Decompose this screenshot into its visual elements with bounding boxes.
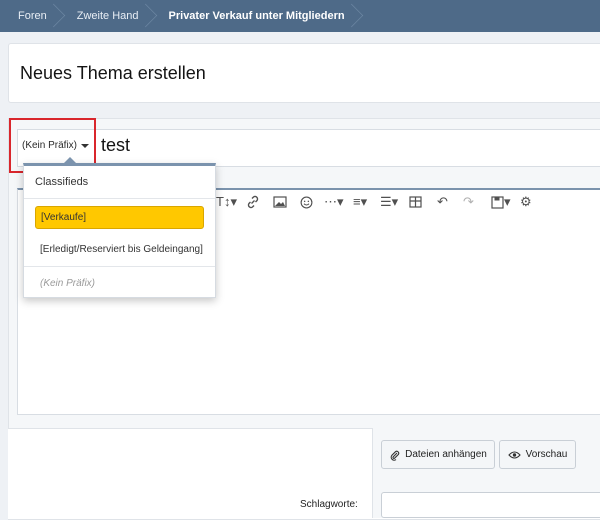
thread-title-input[interactable] (101, 135, 581, 156)
undo-icon[interactable]: ↶ (437, 194, 448, 210)
paperclip-icon (390, 450, 400, 461)
page-header: Neues Thema erstellen (8, 43, 600, 103)
table-icon[interactable] (409, 194, 422, 210)
attach-files-button[interactable]: Dateien anhängen (381, 440, 495, 469)
prefix-dropdown: Classifieds [Verkaufe] [Erledigt/Reservi… (23, 157, 216, 298)
save-draft-icon[interactable]: ▾ (491, 194, 511, 210)
prefix-option-erledigt[interactable]: [Erledigt/Reserviert bis Geldeingang] (40, 244, 203, 255)
breadcrumb: Foren Zweite Hand Privater Verkauf unter… (0, 0, 600, 32)
more-options-icon[interactable]: ⋯▾ (324, 194, 344, 210)
list-icon[interactable]: ☰▾ (380, 194, 398, 210)
text-size-icon[interactable]: T↕▾ (216, 194, 237, 210)
settings-icon[interactable]: ⚙ (520, 194, 532, 210)
divider (24, 198, 215, 199)
align-icon[interactable]: ≡▾ (353, 194, 367, 210)
attach-files-label: Dateien anhängen (405, 449, 487, 460)
preview-button[interactable]: Vorschau (499, 440, 576, 469)
page-title: Neues Thema erstellen (20, 63, 206, 83)
image-icon[interactable] (273, 194, 287, 210)
redo-icon: ↷ (463, 194, 474, 209)
breadcrumb-item-private-sale[interactable]: Privater Verkauf unter Mitgliedern (151, 0, 357, 32)
tags-label: Schlagworte: (300, 499, 358, 510)
breadcrumb-item-forums[interactable]: Foren (0, 0, 59, 32)
prefix-group-header: Classifieds (35, 176, 89, 188)
prefix-option-none[interactable]: (Kein Präfix) (40, 278, 95, 289)
breadcrumb-item-second-hand[interactable]: Zweite Hand (59, 0, 151, 32)
preview-label: Vorschau (525, 449, 568, 460)
tags-input[interactable] (381, 492, 600, 518)
divider (24, 266, 215, 267)
link-icon[interactable] (246, 194, 260, 210)
eye-icon (507, 450, 521, 459)
prefix-option-verkaufe[interactable]: [Verkaufe] (35, 206, 204, 229)
smiley-icon[interactable] (300, 194, 313, 210)
